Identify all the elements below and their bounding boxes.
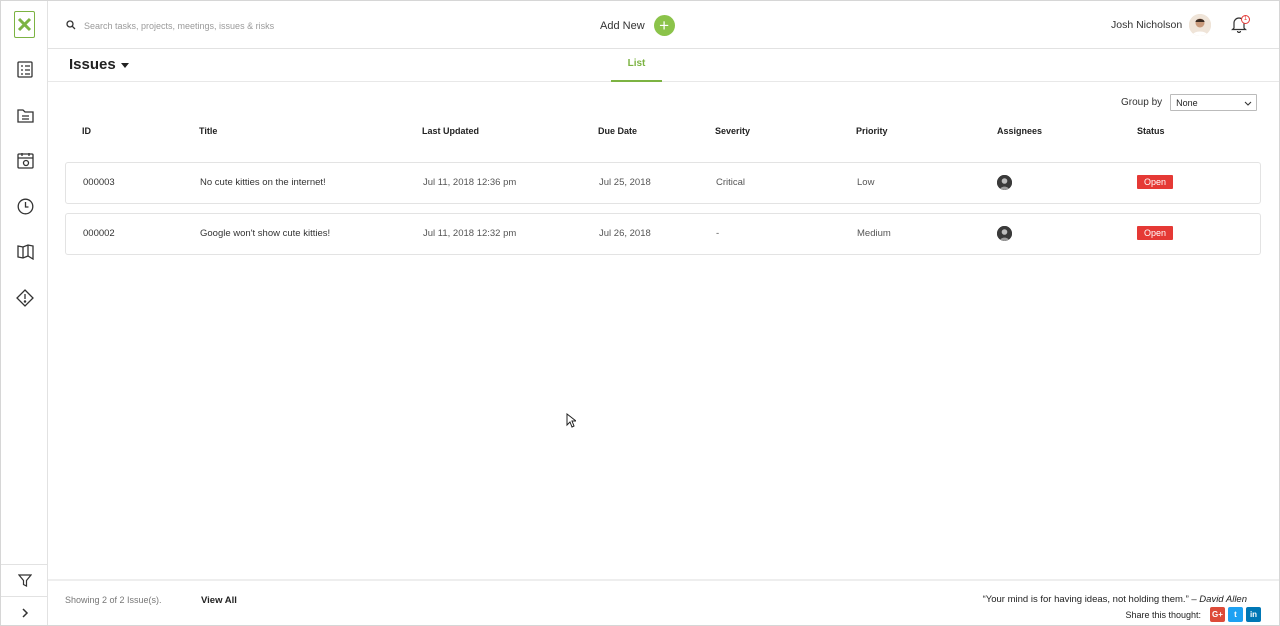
group-by-select[interactable]: None: [1170, 94, 1258, 111]
user-menu[interactable]: Josh Nicholson: [1111, 14, 1212, 36]
issue-title[interactable]: Google won't show cute kitties!: [200, 228, 330, 239]
issue-last-updated: Jul 11, 2018 12:32 pm: [423, 228, 517, 239]
assignee-avatar[interactable]: [997, 226, 1012, 241]
add-new-button[interactable]: Add New +: [600, 15, 675, 36]
search-icon[interactable]: [66, 17, 76, 35]
quote: “Your mind is for having ideas, not hold…: [983, 594, 1247, 605]
issue-severity: -: [716, 228, 720, 239]
column-header-id[interactable]: ID: [82, 126, 91, 136]
search-input[interactable]: [84, 21, 314, 31]
column-header-severity[interactable]: Severity: [715, 126, 750, 136]
caret-down-icon: [120, 63, 129, 68]
sidebar-divider: [1, 564, 47, 565]
column-header-priority[interactable]: Priority: [856, 126, 888, 136]
notification-badge: 1: [1241, 15, 1250, 24]
google-plus-icon[interactable]: G+: [1210, 607, 1225, 622]
share-label: Share this thought:: [1125, 609, 1201, 620]
calendar-icon[interactable]: [15, 150, 35, 170]
table-row[interactable]: 000003 No cute kitties on the internet! …: [65, 162, 1261, 204]
column-header-due-date[interactable]: Due Date: [598, 126, 637, 136]
column-header-assignees[interactable]: Assignees: [997, 126, 1042, 136]
mouse-cursor-icon: [566, 412, 578, 433]
sidebar-divider: [1, 596, 47, 597]
filter-icon[interactable]: [15, 570, 35, 590]
issue-due-date: Jul 26, 2018: [599, 228, 651, 239]
group-by-label: Group by: [1121, 97, 1163, 108]
footer: Showing 2 of 2 Issue(s). View All “Your …: [48, 579, 1279, 625]
group-by-value: None: [1176, 97, 1198, 108]
issue-severity: Critical: [716, 177, 746, 188]
issue-due-date: Jul 25, 2018: [599, 177, 651, 188]
page-title-dropdown[interactable]: Issues: [69, 56, 129, 73]
search-bar: [66, 17, 314, 35]
tab-list[interactable]: List: [611, 49, 662, 82]
issue-priority: Low: [857, 177, 875, 188]
plus-icon[interactable]: +: [653, 15, 675, 36]
folder-icon[interactable]: [15, 105, 35, 125]
page-title: Issues: [69, 56, 116, 73]
share-bar: Share this thought: G+ t in: [1125, 607, 1261, 622]
table-header: ID Title Last Updated Due Date Severity …: [65, 126, 1261, 140]
chevron-right-icon[interactable]: [15, 603, 35, 623]
logo-icon[interactable]: [14, 11, 35, 38]
issue-priority: Medium: [857, 228, 891, 239]
quote-text: “Your mind is for having ideas, not hold…: [982, 594, 1197, 605]
chevron-down-icon: [1244, 98, 1252, 108]
issue-last-updated: Jul 11, 2018 12:36 pm: [423, 177, 517, 188]
twitter-icon[interactable]: t: [1228, 607, 1243, 622]
view-all-link[interactable]: View All: [201, 595, 237, 606]
quote-author: David Allen: [1199, 594, 1247, 605]
clock-icon[interactable]: [15, 196, 35, 216]
warning-icon[interactable]: [15, 288, 35, 308]
column-header-status[interactable]: Status: [1137, 126, 1165, 136]
assignee-avatar[interactable]: [997, 175, 1012, 190]
table-row[interactable]: 000002 Google won't show cute kitties! J…: [65, 213, 1261, 255]
user-name: Josh Nicholson: [1111, 19, 1183, 31]
results-count: Showing 2 of 2 Issue(s).: [65, 595, 162, 605]
issue-title[interactable]: No cute kitties on the internet!: [200, 177, 326, 188]
issue-id: 000002: [83, 228, 115, 239]
column-header-title[interactable]: Title: [199, 126, 217, 136]
status-badge: Open: [1137, 226, 1174, 240]
add-new-label: Add New: [600, 19, 645, 32]
sidebar: [1, 1, 48, 625]
column-header-last-updated[interactable]: Last Updated: [422, 126, 479, 136]
linkedin-icon[interactable]: in: [1246, 607, 1261, 622]
app-window: Add New + Josh Nicholson 1 Issues: [0, 0, 1280, 626]
avatar[interactable]: [1189, 14, 1212, 36]
checklist-icon[interactable]: [15, 59, 35, 79]
top-bar: Add New + Josh Nicholson 1: [48, 1, 1279, 49]
map-icon[interactable]: [15, 242, 35, 262]
group-by: Group by None: [1121, 94, 1258, 111]
page-header: Issues List: [48, 49, 1279, 82]
issue-id: 000003: [83, 177, 115, 188]
status-badge: Open: [1137, 175, 1174, 189]
